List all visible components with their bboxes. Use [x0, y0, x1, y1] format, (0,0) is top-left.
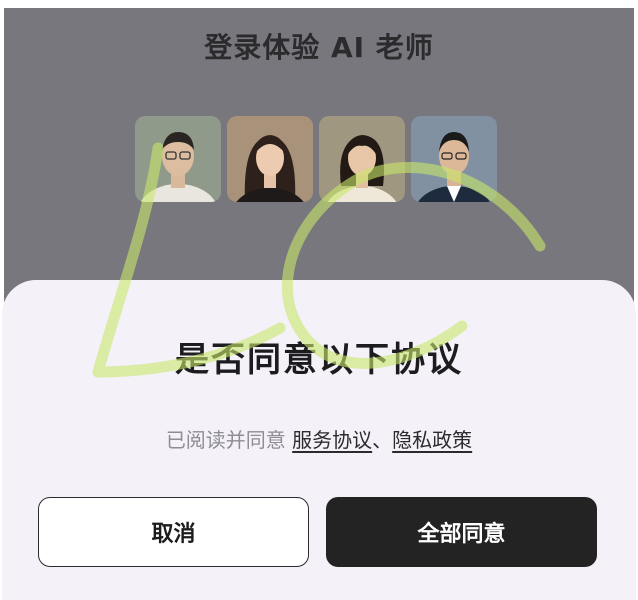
page-title: 登录体验 AI 老师: [204, 31, 434, 64]
agree-all-button[interactable]: 全部同意: [326, 497, 597, 567]
service-agreement-link[interactable]: 服务协议: [292, 428, 372, 452]
teacher-avatar-1: [135, 116, 221, 202]
teacher-avatars: [135, 116, 497, 202]
agreement-separator: 、: [372, 428, 393, 452]
dialog-title: 是否同意以下协议: [175, 340, 463, 380]
teacher-avatar-2: [227, 116, 313, 202]
teacher-avatar-4: [411, 116, 497, 202]
privacy-policy-link[interactable]: 隐私政策: [392, 428, 472, 452]
cancel-button[interactable]: 取消: [38, 497, 309, 567]
agreement-text: 已阅读并同意 服务协议、隐私政策: [0, 424, 638, 453]
agreement-prefix: 已阅读并同意: [165, 428, 293, 452]
teacher-avatar-3: [319, 116, 405, 202]
